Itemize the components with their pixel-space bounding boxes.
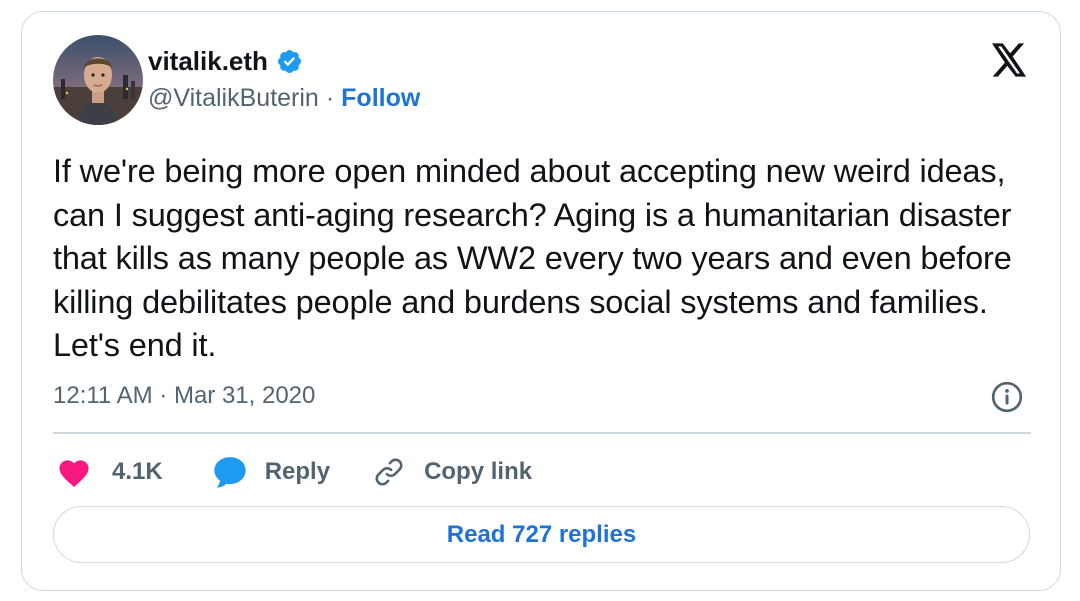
reply-button[interactable]: Reply — [211, 454, 330, 490]
like-count: 4.1K — [112, 458, 163, 485]
tweet-card: vitalik.eth @VitalikButerin · Follow If … — [21, 11, 1061, 591]
tweet-timestamp[interactable]: 12:11 AM · Mar 31, 2020 — [53, 382, 315, 410]
author-handle-row: @VitalikButerin · Follow — [148, 84, 420, 113]
verified-badge-icon — [276, 48, 303, 75]
heart-icon — [56, 456, 92, 488]
author-name-row: vitalik.eth — [148, 46, 303, 77]
x-logo-icon[interactable] — [990, 42, 1028, 78]
avatar[interactable] — [53, 35, 143, 125]
follow-button[interactable]: Follow — [341, 84, 420, 113]
separator-dot: · — [325, 84, 335, 112]
tweet-text: If we're being more open minded about ac… — [53, 153, 1012, 363]
info-icon[interactable] — [989, 379, 1025, 415]
author-handle[interactable]: @VitalikButerin — [148, 84, 319, 113]
reply-label: Reply — [264, 458, 331, 485]
action-bar: 4.1K Reply Copy link — [56, 452, 532, 492]
copy-link-button[interactable]: Copy link — [372, 455, 532, 489]
link-icon — [372, 455, 406, 489]
read-replies-button[interactable]: Read 727 replies — [53, 506, 1030, 563]
divider — [53, 432, 1031, 434]
copy-link-label: Copy link — [424, 458, 533, 485]
speech-bubble-icon — [211, 454, 249, 490]
like-button[interactable]: 4.1K — [56, 456, 163, 488]
author-display-name[interactable]: vitalik.eth — [148, 46, 268, 77]
